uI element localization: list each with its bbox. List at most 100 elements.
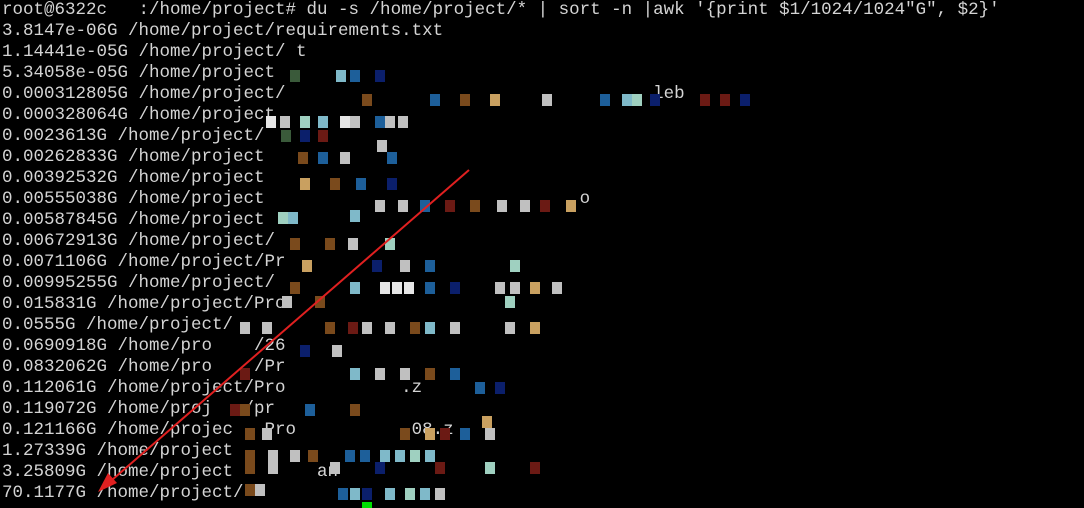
mosaic-pixel: [482, 416, 492, 428]
mosaic-pixel: [440, 428, 450, 440]
mosaic-pixel: [375, 200, 385, 212]
mosaic-pixel: [245, 484, 255, 496]
mosaic-pixel: [425, 428, 435, 440]
mosaic-pixel: [375, 70, 385, 82]
mosaic-pixel: [360, 450, 370, 462]
mosaic-pixel: [290, 450, 300, 462]
mosaic-pixel: [356, 178, 366, 190]
mosaic-pixel: [530, 282, 540, 294]
output-line: 0.00587845G /home/project: [2, 210, 265, 230]
mosaic-pixel: [497, 200, 507, 212]
mosaic-pixel: [282, 296, 292, 308]
mosaic-pixel: [278, 212, 288, 224]
mosaic-pixel: [245, 428, 255, 440]
mosaic-pixel: [600, 94, 610, 106]
mosaic-pixel: [350, 210, 360, 222]
mosaic-pixel: [435, 488, 445, 500]
mosaic-pixel: [338, 488, 348, 500]
mosaic-pixel: [400, 368, 410, 380]
mosaic-pixel: [262, 322, 272, 334]
mosaic-pixel: [298, 152, 308, 164]
mosaic-pixel: [330, 178, 340, 190]
mosaic-pixel: [650, 94, 660, 106]
mosaic-pixel: [290, 282, 300, 294]
mosaic-pixel: [410, 450, 420, 462]
mosaic-pixel: [485, 462, 495, 474]
mosaic-pixel: [240, 322, 250, 334]
mosaic-pixel: [380, 282, 390, 294]
mosaic-pixel: [495, 282, 505, 294]
mosaic-pixel: [530, 322, 540, 334]
mosaic-pixel: [350, 488, 360, 500]
mosaic-pixel: [300, 116, 310, 128]
mosaic-pixel: [632, 94, 642, 106]
mosaic-pixel: [450, 322, 460, 334]
mosaic-pixel: [520, 200, 530, 212]
mosaic-pixel: [380, 450, 390, 462]
mosaic-pixel: [505, 322, 515, 334]
mosaic-pixel: [425, 368, 435, 380]
mosaic-pixel: [622, 94, 632, 106]
output-line: 0.00672913G /home/project/: [2, 231, 276, 251]
mosaic-pixel: [540, 200, 550, 212]
output-line: 0.00262833G /home/project: [2, 147, 265, 167]
mosaic-pixel: [740, 94, 750, 106]
mosaic-pixel: [420, 200, 430, 212]
mosaic-pixel: [262, 428, 272, 440]
mosaic-pixel: [470, 200, 480, 212]
mosaic-pixel: [552, 282, 562, 294]
mosaic-pixel: [392, 282, 402, 294]
mosaic-pixel: [510, 282, 520, 294]
mosaic-pixel: [510, 260, 520, 272]
mosaic-pixel: [240, 404, 250, 416]
mosaic-pixel: [450, 368, 460, 380]
mosaic-pixel: [362, 322, 372, 334]
mosaic-pixel: [385, 238, 395, 250]
mosaic-pixel: [325, 238, 335, 250]
output-line: 0.0690918G /home/pro /26: [2, 336, 286, 356]
mosaic-pixel: [300, 178, 310, 190]
mosaic-pixel: [542, 94, 552, 106]
mosaic-pixel: [348, 238, 358, 250]
mosaic-pixel: [268, 450, 278, 462]
mosaic-pixel: [362, 94, 372, 106]
mosaic-pixel: [425, 260, 435, 272]
mosaic-pixel: [400, 260, 410, 272]
mosaic-pixel: [435, 462, 445, 474]
output-line: 5.34058e-05G /home/project: [2, 63, 276, 83]
mosaic-pixel: [375, 368, 385, 380]
mosaic-pixel: [375, 116, 385, 128]
mosaic-pixel: [362, 488, 372, 500]
output-line: 0.121166G /home/projec Pro 08.z: [2, 420, 454, 440]
output-line: 0.0071106G /home/project/Pr: [2, 252, 286, 272]
mosaic-pixel: [385, 488, 395, 500]
mosaic-pixel: [395, 450, 405, 462]
mosaic-pixel: [350, 368, 360, 380]
mosaic-pixel: [300, 130, 310, 142]
mosaic-pixel: [398, 116, 408, 128]
mosaic-pixel: [425, 322, 435, 334]
mosaic-pixel: [566, 200, 576, 212]
mosaic-pixel: [385, 322, 395, 334]
mosaic-pixel: [350, 282, 360, 294]
mosaic-pixel: [290, 70, 300, 82]
output-line: 0.000328064G /home/project: [2, 105, 276, 125]
mosaic-pixel: [345, 450, 355, 462]
mosaic-pixel: [425, 282, 435, 294]
mosaic-pixel: [475, 382, 485, 394]
mosaic-pixel: [404, 282, 414, 294]
mosaic-pixel: [460, 94, 470, 106]
output-line: 1.14441e-05G /home/project/ t: [2, 42, 307, 62]
mosaic-pixel: [266, 116, 276, 128]
terminal-window[interactable]: root@6322c :/home/project# du -s /home/p…: [0, 0, 1084, 508]
mosaic-pixel: [280, 116, 290, 128]
output-line: 0.112061G /home/project/Pro .z: [2, 378, 423, 398]
mosaic-pixel: [350, 116, 360, 128]
mosaic-pixel: [308, 450, 318, 462]
mosaic-pixel: [387, 178, 397, 190]
mosaic-pixel: [450, 282, 460, 294]
mosaic-pixel: [425, 450, 435, 462]
output-line: 0.0555G /home/project/: [2, 315, 234, 335]
mosaic-pixel: [318, 152, 328, 164]
mosaic-pixel: [372, 260, 382, 272]
